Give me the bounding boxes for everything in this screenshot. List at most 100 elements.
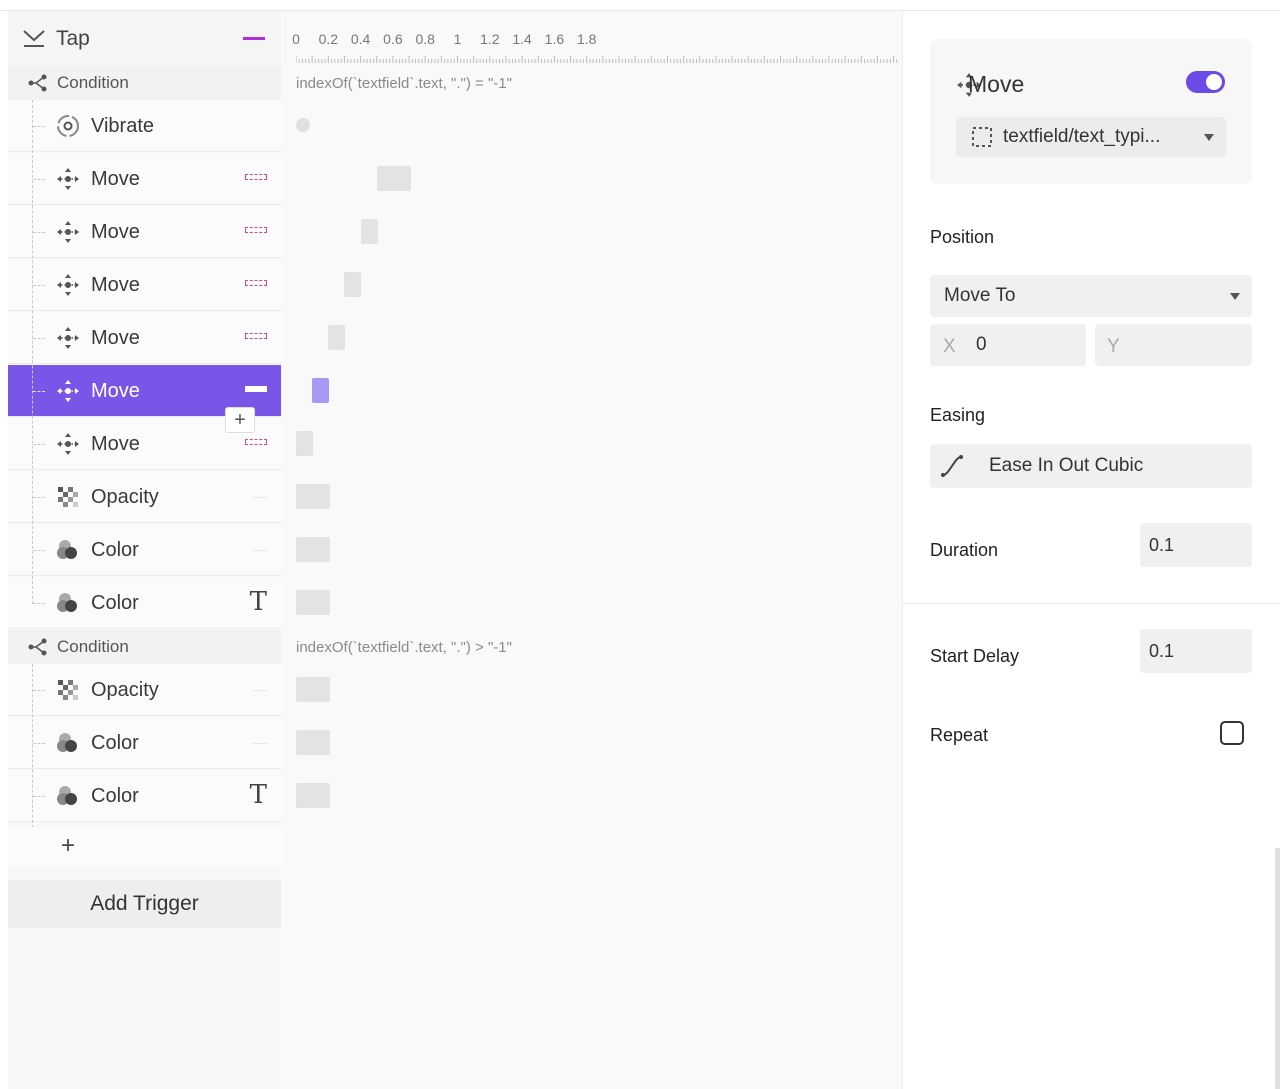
trigger-label: Tap	[56, 27, 90, 50]
x-input[interactable]: X 0	[930, 324, 1086, 366]
tree-connector	[33, 126, 45, 127]
opacity-icon	[58, 487, 78, 507]
branch-icon	[28, 74, 47, 92]
text-icon[interactable]: T	[250, 587, 267, 617]
text-icon[interactable]: T	[250, 780, 267, 810]
ruler-tick-label: 0	[292, 31, 300, 47]
action-label: Color	[91, 539, 139, 561]
action-label: Vibrate	[91, 115, 155, 137]
insert-action-button[interactable]: +	[225, 407, 255, 433]
delete-marker[interactable]	[245, 280, 267, 286]
action-row-move[interactable]: Move	[8, 259, 281, 311]
color-icon	[57, 593, 77, 612]
tree-connector	[33, 285, 45, 286]
ruler-tick-label: 0.8	[415, 31, 435, 47]
timeline-bar[interactable]	[296, 484, 330, 509]
condition-label: Condition	[57, 73, 129, 92]
tree-connector	[33, 444, 45, 445]
vibrate-icon	[57, 115, 79, 137]
ruler-tick-label: 1.6	[544, 31, 565, 47]
chevron-down-icon	[1204, 134, 1214, 141]
delete-marker[interactable]	[245, 227, 267, 233]
easing-curve-icon	[941, 455, 963, 477]
condition-expression: indexOf(`textfield`.text, ".") > "-1"	[296, 639, 512, 656]
action-row-color[interactable]: Color	[8, 524, 281, 576]
action-enabled-toggle[interactable]	[1186, 71, 1225, 93]
move-icon	[57, 168, 79, 190]
timeline-bar[interactable]	[296, 730, 330, 755]
y-label: Y	[1107, 336, 1120, 357]
delete-marker[interactable]	[245, 174, 267, 180]
action-label: Move	[91, 327, 140, 349]
action-header-card	[930, 39, 1252, 184]
tree-connector	[33, 391, 45, 392]
action-row-move[interactable]: Move	[8, 312, 281, 364]
easing-label: Easing	[930, 405, 986, 425]
dash-marker	[253, 497, 267, 498]
ruler-tick-label: 0.4	[350, 31, 371, 47]
x-value: 0	[976, 334, 987, 355]
add-action-icon: +	[61, 832, 76, 859]
delete-marker[interactable]	[245, 386, 267, 392]
timeline-bar[interactable]	[328, 325, 346, 350]
trigger-row-tap[interactable]: Tap	[8, 11, 281, 66]
trigger-marker	[243, 37, 265, 40]
timeline-panel[interactable]: 0 0.2 0.4 0.6 0.8 1 1.2 1.4 1.6 1.8 indexOf(`text…	[281, 11, 902, 1089]
opacity-icon	[58, 680, 78, 700]
properties-panel: Move textfield/text_typi... Position Mov…	[902, 11, 1280, 1089]
ruler-tick-label: 0.2	[318, 31, 339, 47]
delete-marker[interactable]	[245, 333, 267, 339]
action-row-opacity[interactable]: Opacity	[8, 471, 281, 523]
target-layer-select[interactable]: textfield/text_typi...	[956, 117, 1226, 157]
tree-connector	[33, 179, 45, 180]
timeline-bar[interactable]	[296, 431, 313, 456]
delete-marker[interactable]	[245, 439, 267, 445]
timeline-bar[interactable]	[296, 537, 330, 562]
chevron-down-icon	[1230, 293, 1240, 300]
condition-expression: indexOf(`textfield`.text, ".") = "-1"	[296, 75, 512, 92]
action-label: Color	[91, 592, 139, 614]
action-label: Move	[91, 221, 140, 243]
interaction-tree: Tap Condition Vibrate Move Move Move Move Move…	[8, 11, 281, 1089]
action-row-color[interactable]: Color T	[8, 770, 281, 822]
easing-value: Ease In Out Cubic	[989, 455, 1144, 476]
condition-row[interactable]: Condition	[8, 66, 281, 100]
action-title: Move	[968, 71, 1025, 97]
toggle-knob	[1206, 74, 1222, 90]
position-mode-select[interactable]: Move To	[930, 275, 1252, 317]
x-label: X	[943, 336, 956, 357]
start-delay-input[interactable]: 0.1	[1140, 629, 1252, 673]
add-trigger-button[interactable]: Add Trigger	[8, 880, 281, 928]
timeline-bar[interactable]	[376, 166, 411, 191]
y-input[interactable]: Y	[1095, 324, 1252, 366]
easing-select[interactable]: Ease In Out Cubic	[930, 444, 1252, 488]
tree-guide-line	[32, 664, 33, 853]
action-row-move[interactable]: Move	[8, 206, 281, 258]
timeline-bar[interactable]	[344, 272, 362, 297]
ruler-tick-label: 1	[453, 31, 462, 47]
tree-guide-line	[32, 100, 33, 604]
timeline-bar[interactable]	[360, 219, 378, 244]
repeat-checkbox[interactable]	[1220, 721, 1244, 745]
action-label: Move	[91, 433, 140, 455]
timeline-bar[interactable]	[296, 677, 330, 702]
tap-trigger-icon	[23, 30, 45, 47]
start-delay-value: 0.1	[1149, 641, 1175, 661]
action-row-color[interactable]: Color	[8, 717, 281, 769]
panel-divider	[903, 603, 1280, 604]
branch-icon	[28, 638, 47, 656]
timeline-bar[interactable]	[296, 783, 330, 808]
add-action-row[interactable]: +	[8, 827, 281, 867]
action-row-vibrate[interactable]: Vibrate	[8, 100, 281, 152]
timeline-bar[interactable]	[312, 378, 330, 403]
duration-input[interactable]: 0.1	[1140, 523, 1252, 567]
timeline-keyframe[interactable]	[296, 118, 310, 132]
action-label: Color	[91, 732, 139, 754]
action-row-opacity[interactable]: Opacity	[8, 664, 281, 716]
action-row-move[interactable]: Move	[8, 153, 281, 205]
timeline-bar[interactable]	[296, 590, 330, 615]
condition-row[interactable]: Condition	[8, 630, 281, 664]
action-row-color[interactable]: Color T	[8, 577, 281, 629]
dash-marker	[253, 690, 267, 691]
dash-marker	[253, 550, 267, 551]
